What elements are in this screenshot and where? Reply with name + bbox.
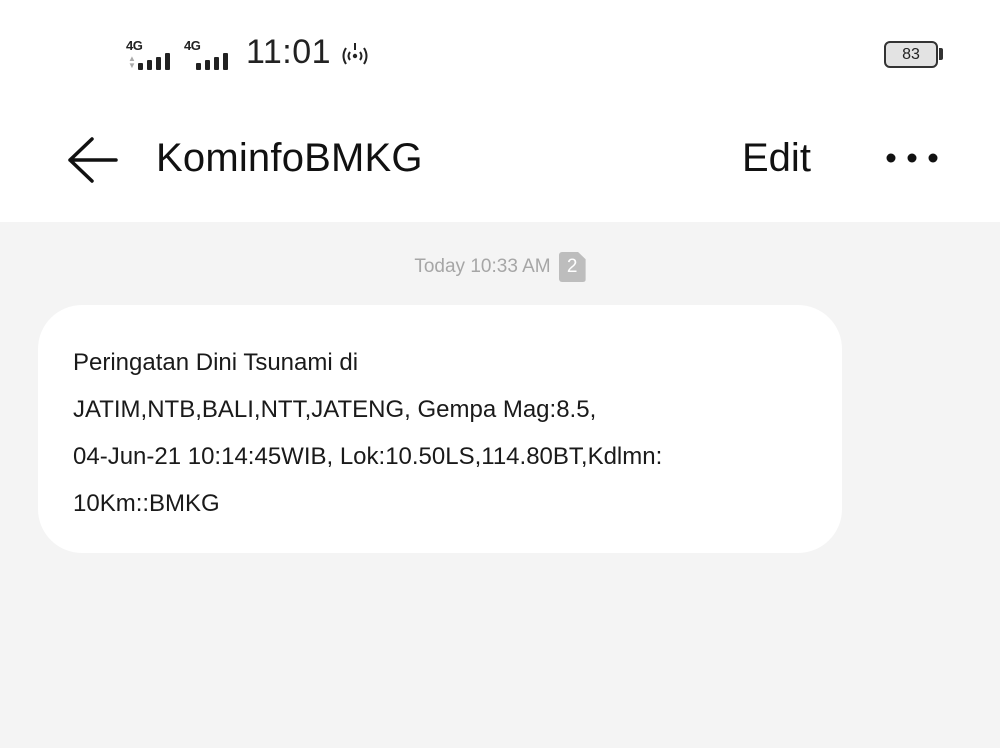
message-line: JATIM,NTB,BALI,NTT,JATENG, Gempa Mag:8.5…	[73, 396, 597, 423]
message-line: 04-Jun-21 10:14:45WIB, Lok:10.50LS,114.8…	[73, 443, 663, 470]
battery-icon: 83	[884, 41, 938, 68]
conversation-title: KominfoBMKG	[156, 136, 423, 180]
edit-button[interactable]: Edit	[742, 136, 811, 181]
status-bar: 4G ▲ ▼ 4G 11:01 83	[0, 0, 1000, 100]
message-bubble[interactable]: Peringatan Dini Tsunami di JATIM,NTB,BAL…	[38, 305, 842, 553]
data-activity-icon: ▲ ▼	[128, 54, 136, 70]
message-line: 10Km::BMKG	[73, 490, 220, 517]
sim-card-icon: 2	[558, 252, 586, 282]
message-line: Peringatan Dini Tsunami di	[73, 349, 359, 376]
network-type-label: 4G	[184, 38, 201, 53]
signal-icon: 4G ▲ ▼	[126, 38, 178, 72]
status-time: 11:01	[246, 33, 332, 71]
more-dots-icon[interactable]	[884, 148, 940, 168]
hotspot-icon	[342, 43, 368, 65]
arrow-left-icon[interactable]	[66, 135, 118, 185]
message-timestamp: Today 10:33 AM 2	[0, 252, 1000, 282]
battery-tip	[939, 48, 943, 60]
timestamp-text: Today 10:33 AM	[414, 256, 551, 277]
message-text: Peringatan Dini Tsunami di JATIM,NTB,BAL…	[73, 339, 812, 527]
battery-level: 83	[902, 46, 920, 63]
network-type-label: 4G	[126, 38, 143, 53]
signal-icon: 4G	[184, 38, 236, 72]
